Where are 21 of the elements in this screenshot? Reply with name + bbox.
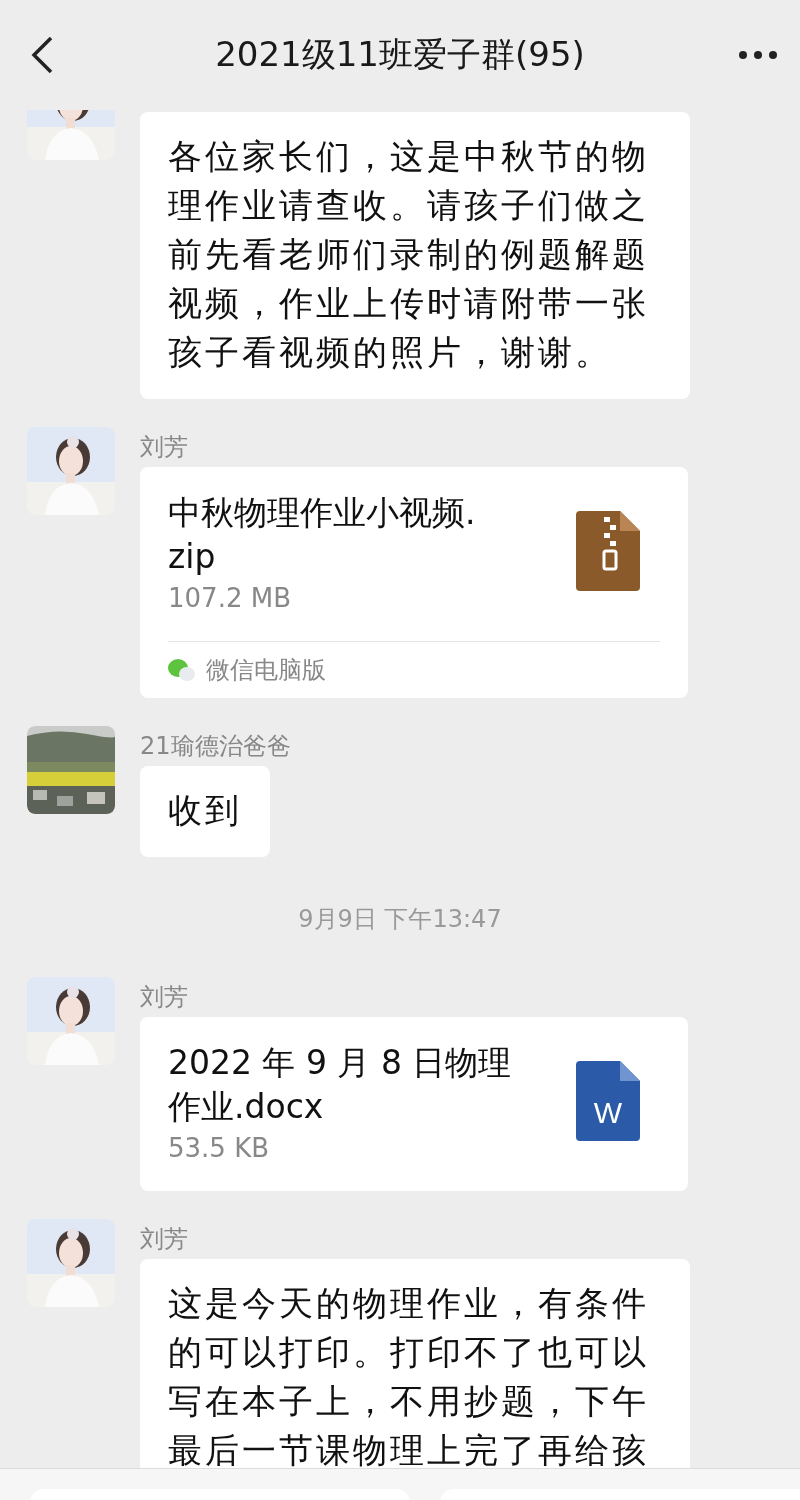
zip-file-icon [576, 511, 640, 591]
file-name: 2022 年 9 月 8 日物理作业.docx [168, 1042, 513, 1128]
sender-name: 刘芳 [140, 982, 188, 1013]
more-icon[interactable] [738, 50, 778, 60]
file-name: 中秋物理作业小视频. zip [168, 492, 476, 578]
sender-name: 刘芳 [140, 432, 188, 463]
sender-name: 21瑜德治爸爸 [140, 731, 291, 762]
timestamp: 9月9日 下午13:47 [298, 904, 502, 935]
file-card[interactable]: 中秋物理作业小视频. zip 107.2 MB 微信电脑版 [140, 467, 688, 698]
message-bubble: 这是今天的物理作业，有条件的可以打印。打印不了也可以写在本子上，不用抄题，下午最后一节课物理上完了再给孩 [140, 1259, 690, 1468]
back-icon[interactable] [30, 35, 54, 75]
file-card[interactable]: 2022 年 9 月 8 日物理作业.docx 53.5 KB W [140, 1017, 688, 1191]
file-size: 107.2 MB [168, 583, 292, 613]
message-bubble: 各位家长们，这是中秋节的物理作业请查收。请孩子们做之前先看老师们录制的例题解题视频，作业上传时请附带一张孩子看视频的照片，谢谢。 [140, 112, 690, 399]
message-bubble: 收到 [140, 766, 270, 857]
source-label: 微信电脑版 [206, 655, 326, 686]
chat-title: 2021级11班爱子群(95) [215, 34, 585, 74]
document-file-icon: W [576, 1061, 640, 1141]
sender-name: 刘芳 [140, 1224, 188, 1255]
file-size: 53.5 KB [168, 1133, 271, 1163]
wechat-icon [168, 658, 196, 682]
